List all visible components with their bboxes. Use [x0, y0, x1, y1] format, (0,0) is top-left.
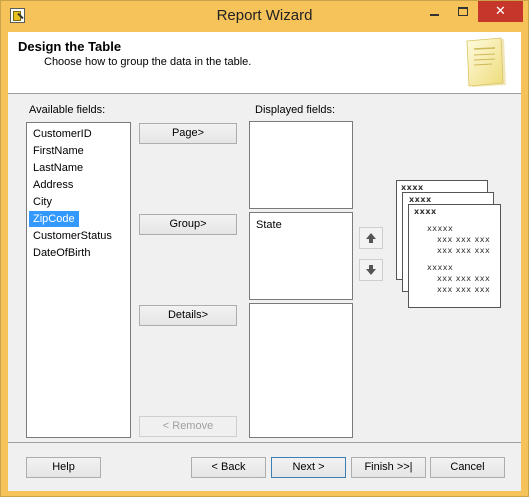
maximize-button[interactable]	[449, 1, 477, 22]
preview-row: xxx xxx xxx	[437, 235, 491, 244]
remove-button[interactable]: < Remove	[139, 416, 237, 437]
list-item[interactable]: CustomerStatus	[29, 228, 116, 244]
preview-row: xxx xxx xxx	[437, 274, 491, 283]
displayed-fields-label: Displayed fields:	[255, 104, 336, 116]
list-item[interactable]: LastName	[29, 160, 87, 176]
page-button[interactable]: Page>	[139, 123, 237, 144]
list-item[interactable]: City	[29, 194, 56, 210]
maximize-icon	[458, 7, 468, 16]
available-fields-label: Available fields:	[29, 104, 106, 116]
preview-page-3: xxxx xxxxx xxx xxx xxx xxx xxx xxx xxxxx…	[408, 204, 501, 308]
report-wizard-window: Report Wizard ✕ Design the Table Choose …	[0, 0, 529, 497]
cancel-button[interactable]: Cancel	[430, 457, 505, 478]
list-item-selected[interactable]: ZipCode	[29, 211, 79, 227]
back-button[interactable]: < Back	[191, 457, 266, 478]
list-item[interactable]: FirstName	[29, 143, 88, 159]
help-button[interactable]: Help	[26, 457, 101, 478]
report-page-icon	[466, 37, 506, 87]
preview-group: xxxxx	[427, 263, 454, 272]
finish-button[interactable]: Finish >>|	[351, 457, 426, 478]
close-icon: ✕	[495, 3, 506, 18]
title-bar[interactable]: Report Wizard ✕	[1, 1, 528, 32]
preview-header: xxxx	[414, 207, 437, 216]
preview-group: xxxxx	[427, 224, 454, 233]
wizard-header: Design the Table Choose how to group the…	[8, 32, 521, 94]
move-up-button[interactable]	[359, 227, 383, 249]
minimize-button[interactable]	[420, 1, 448, 22]
wizard-body: Design the Table Choose how to group the…	[8, 32, 521, 491]
list-item[interactable]: CustomerID	[29, 126, 96, 142]
preview-row: xxx xxx xxx	[437, 285, 491, 294]
page-title: Design the Table	[18, 39, 122, 54]
preview-header: xxxx	[401, 183, 424, 192]
list-item[interactable]: State	[252, 217, 286, 233]
preview-row: xxx xxx xxx	[437, 246, 491, 255]
next-button[interactable]: Next >	[271, 457, 346, 478]
arrow-up-icon	[366, 233, 376, 243]
preview-header: xxxx	[409, 195, 432, 204]
move-down-button[interactable]	[359, 259, 383, 281]
list-item[interactable]: DateOfBirth	[29, 245, 94, 261]
arrow-down-icon	[366, 265, 376, 275]
details-fields-list[interactable]	[249, 303, 353, 438]
page-fields-list[interactable]	[249, 121, 353, 209]
close-button[interactable]: ✕	[478, 1, 523, 22]
list-item[interactable]: Address	[29, 177, 77, 193]
minimize-icon	[429, 14, 439, 16]
available-fields-list[interactable]: CustomerID FirstName LastName Address Ci…	[26, 122, 131, 438]
page-subtitle: Choose how to group the data in the tabl…	[44, 56, 252, 68]
details-button[interactable]: Details>	[139, 305, 237, 326]
footer-divider	[8, 442, 521, 443]
group-fields-list[interactable]: State	[249, 212, 353, 300]
group-button[interactable]: Group>	[139, 214, 237, 235]
